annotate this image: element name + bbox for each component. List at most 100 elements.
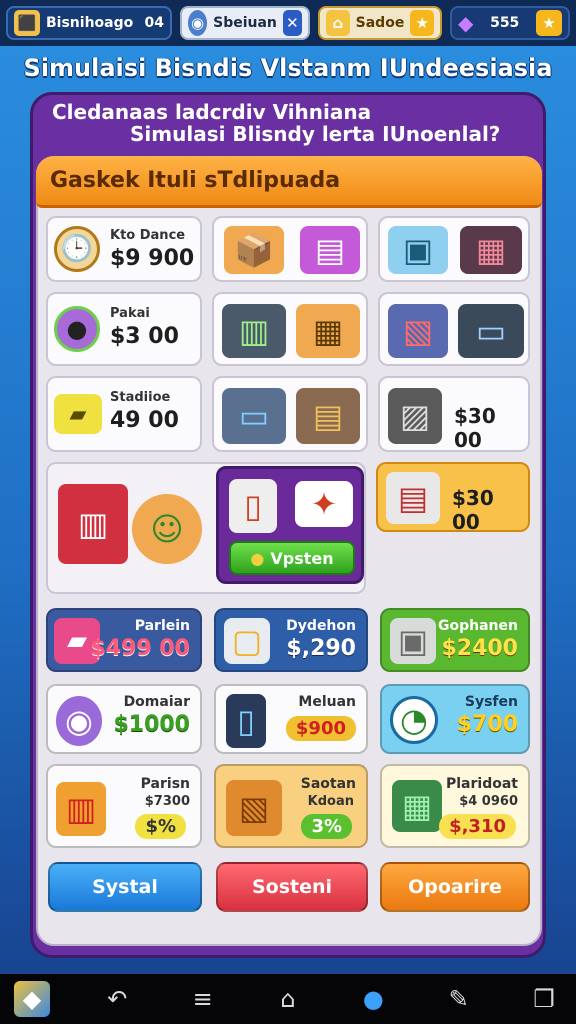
shop-name: Domaiar — [123, 694, 190, 710]
star-add-icon[interactable]: ★ — [536, 10, 562, 36]
crate-icon: ▢ — [224, 618, 270, 664]
stall-icon: ▥ — [58, 484, 128, 564]
shop-name: Parisn — [140, 776, 190, 792]
recent-apps-icon[interactable]: ❐ — [526, 981, 562, 1017]
shop-card-4[interactable]: ◉ Domaiar $1000 — [46, 684, 202, 754]
page-title: Simulaisi Bisndis Vlstanm IUndeesiasia — [23, 54, 553, 82]
edit-icon[interactable]: ✎ — [441, 981, 477, 1017]
coin-icon: ● — [250, 548, 265, 568]
shop-card-6[interactable]: ◔ Sysfen $700 — [380, 684, 530, 754]
appliance-icon: ▤ — [386, 472, 440, 524]
item-card-computer[interactable]: ▭ ▤ — [212, 376, 368, 452]
shop-card-5[interactable]: ▯ Meluan $900 — [214, 684, 368, 754]
upgrade-label: Stadiioe — [110, 390, 171, 405]
shop-subvalue: Kdoan — [307, 794, 354, 809]
player-label: Bisnihoago — [46, 15, 134, 31]
gold-pill[interactable]: ⌂ Sadoe ★ — [318, 6, 442, 40]
sosteni-button[interactable]: Sosteni — [216, 862, 368, 912]
shop-price: $,290 — [286, 636, 356, 661]
item-card-terminal[interactable]: ▣ ▦ — [378, 216, 530, 282]
compass-icon: ◉ — [188, 10, 208, 36]
upgrade-card-1[interactable]: 🕒 Kto Dance $9 900 — [46, 216, 202, 282]
calculator-icon: ▦ — [392, 780, 442, 832]
banner-text: Gaskek Ituli sTdlipuada — [50, 168, 341, 193]
shop-price: $2400 — [441, 636, 518, 661]
back-icon[interactable]: ↶ — [99, 981, 135, 1017]
ticket-icon: ▰ — [54, 394, 102, 434]
shop-name: Plaridoat — [446, 776, 518, 792]
upgrade-price: $3 00 — [110, 324, 179, 349]
shop-price: 3% — [301, 814, 352, 839]
item-card-laptop[interactable]: ▧ ▭ — [378, 292, 530, 366]
computer-icon: ▭ — [222, 388, 286, 444]
shop-name: Parlein — [134, 618, 190, 634]
player-badge[interactable]: ⬛ Bisnihoago 04 — [6, 6, 172, 40]
upgrade-price: 49 00 — [110, 408, 179, 433]
shop-card-3[interactable]: ▣ Gophanen $2400 — [380, 608, 530, 672]
shop-price: $499 00 — [90, 636, 190, 661]
shop-price: $700 — [456, 712, 518, 737]
cashbox-icon: ▦ — [296, 304, 360, 358]
laptop-icon: ▭ — [458, 304, 524, 358]
gems-pill[interactable]: ◆ 555 ★ — [450, 6, 570, 40]
lamp-icon: ◉ — [56, 696, 102, 746]
phone-icon: ▯ — [226, 694, 266, 748]
shop-price: $% — [135, 814, 186, 839]
section-banner: Gaskek Ituli sTdlipuada — [36, 156, 542, 208]
operate-button[interactable]: Opoarire — [380, 862, 530, 912]
parcel-icon: ▧ — [226, 780, 282, 836]
search-pill[interactable]: ◉ Sbeiuan ✕ — [180, 6, 310, 40]
system-button[interactable]: ● Vpsten — [229, 541, 355, 575]
player-level: 04 — [144, 15, 164, 31]
document-icon: ▯ — [229, 479, 277, 533]
system-button-label: Vpsten — [270, 548, 334, 568]
close-icon[interactable]: ✕ — [282, 10, 302, 36]
shop-card-1[interactable]: ▰ Parlein $499 00 — [46, 608, 202, 672]
upgrade-card-2[interactable]: ● Pakai $3 00 — [46, 292, 202, 366]
item-card-printer[interactable]: ▨ $30 00 — [378, 376, 530, 452]
system-action-button[interactable]: Systal — [48, 862, 202, 912]
chart-icon: ◔ — [390, 696, 438, 744]
cube-icon: ⬛ — [14, 10, 40, 36]
shop-name: Meluan — [298, 694, 356, 710]
menu-icon[interactable]: ≡ — [185, 981, 221, 1017]
item-card-register[interactable]: 📦 ▤ — [212, 216, 368, 282]
home-icon: ⌂ — [326, 10, 350, 36]
system-nav-bar: ◆ ↶ ≡ ⌂ ● ✎ ❐ — [0, 974, 576, 1024]
app-cube-icon[interactable]: ◆ — [14, 981, 50, 1017]
pos-terminal-icon: ▥ — [222, 304, 286, 358]
cash-register-icon: ▤ — [300, 226, 360, 274]
orb-icon: ● — [54, 306, 100, 352]
cart-icon: ▥ — [56, 782, 106, 836]
item-card-pos[interactable]: ▥ ▦ — [212, 292, 368, 366]
shop-name: Dydehon — [286, 618, 356, 634]
shop-card-8[interactable]: ▧ Saotan Kdoan 3% — [214, 764, 368, 848]
clock-icon: 🕒 — [54, 226, 100, 272]
box-icon: 📦 — [224, 226, 284, 274]
gem-icon: ◆ — [458, 11, 474, 35]
shop-card-7[interactable]: ▥ Parisn $7300 $% — [46, 764, 202, 848]
shop-card-2[interactable]: ▢ Dydehon $,290 — [214, 608, 368, 672]
gold-text: Sadoe — [355, 15, 405, 31]
item-card-machine[interactable]: ▤ $30 00 — [376, 462, 530, 532]
upgrade-label: Kto Dance — [110, 228, 186, 243]
upgrade-card-3[interactable]: ▰ Stadiioe 49 00 — [46, 376, 202, 452]
machine-icon: ▧ — [388, 304, 448, 358]
star-icon[interactable]: ★ — [410, 10, 434, 36]
shop-card-9[interactable]: ▦ Plaridoat $4 0960 $,310 — [380, 764, 530, 848]
item-price: $30 00 — [452, 486, 494, 532]
shop-name: Sysfen — [464, 694, 518, 710]
gems-count: 555 — [490, 15, 520, 31]
system-card[interactable]: ▯ ✦ ● Vpsten — [216, 466, 364, 584]
home-nav-icon[interactable]: ⌂ — [270, 981, 306, 1017]
top-bar: ⬛ Bisnihoago 04 ◉ Sbeiuan ✕ ⌂ Sadoe ★ ◆ … — [0, 0, 576, 46]
shop-subvalue: $4 0960 — [459, 794, 518, 809]
shopkeeper-icon: ☺ — [132, 494, 202, 564]
upgrade-price: $9 900 — [110, 246, 195, 271]
keypad-icon: ▦ — [460, 226, 522, 274]
register-icon: ▤ — [296, 388, 360, 444]
package-icon: ▣ — [388, 226, 448, 274]
globe-icon[interactable]: ● — [355, 981, 391, 1017]
tag-icon: ✦ — [295, 481, 353, 527]
shop-price: $1000 — [113, 712, 190, 737]
